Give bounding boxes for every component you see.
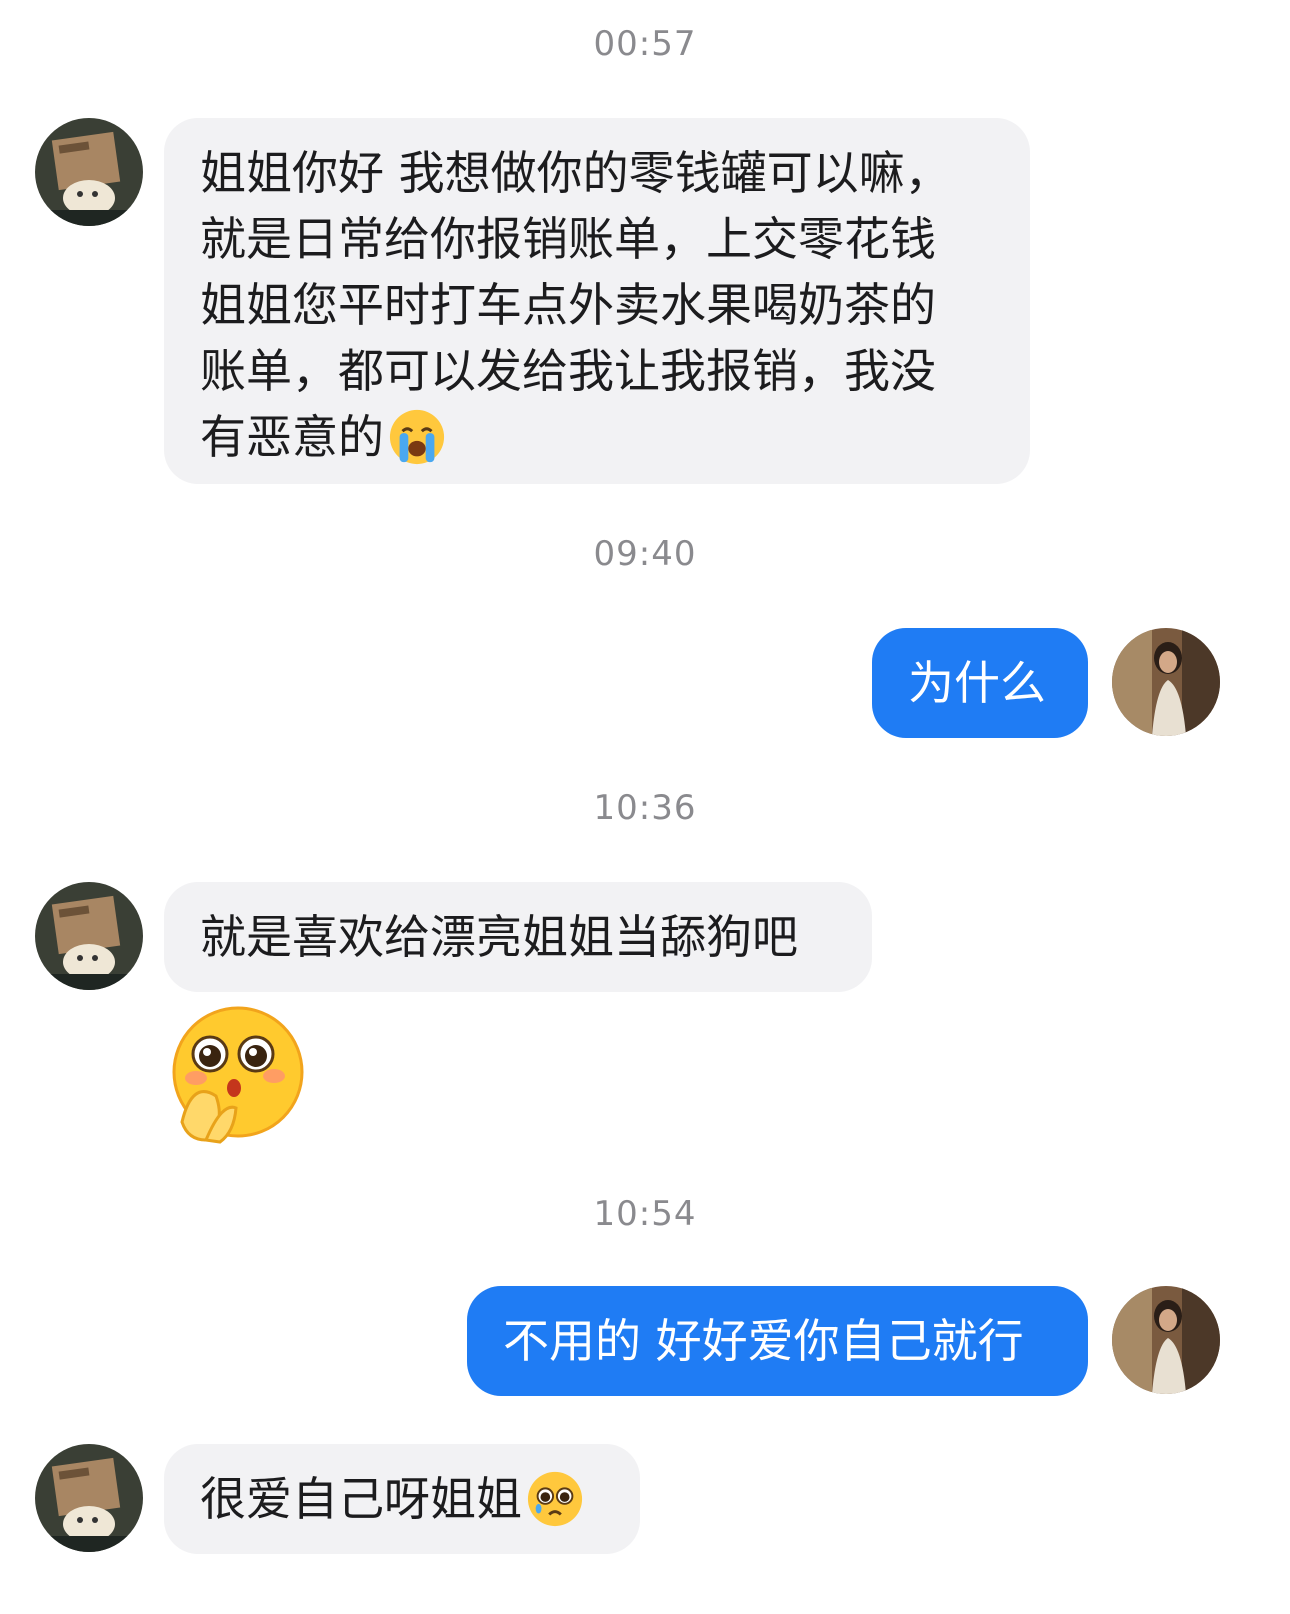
message-line: 账单，都可以发给我让我报销，我没 xyxy=(200,344,936,398)
message-text: 有恶意的 xyxy=(200,410,384,464)
message-text: 很爱自己呀姐姐 xyxy=(200,1472,522,1526)
contact-avatar[interactable] xyxy=(35,882,143,990)
message-text: 就是喜欢给漂亮姐姐当舔狗吧 xyxy=(200,910,798,964)
message-line: 就是日常给你报销账单，上交零花钱 xyxy=(200,212,936,266)
pleading-hands-sticker-icon xyxy=(172,1006,304,1144)
pleading-hands-sticker[interactable] xyxy=(164,1004,306,1146)
box-head-plush-avatar-icon xyxy=(35,118,143,226)
message-line: 姐姐您平时打车点外卖水果喝奶茶的 xyxy=(200,278,936,332)
contact-avatar[interactable] xyxy=(35,1444,143,1552)
message-line: 姐姐你好 我想做你的零钱罐可以嘛， xyxy=(200,146,951,200)
box-head-plush-avatar-icon xyxy=(35,882,143,990)
message-line: 有恶意的 xyxy=(200,404,994,470)
contact-avatar[interactable] xyxy=(35,118,143,226)
timestamp: 00:57 xyxy=(593,24,697,64)
timestamp: 09:40 xyxy=(593,534,697,574)
loudly-crying-face-icon xyxy=(388,408,446,466)
incoming-message-bubble[interactable]: 就是喜欢给漂亮姐姐当舔狗吧 xyxy=(164,882,872,992)
pleading-tearful-face-icon xyxy=(526,1470,584,1528)
message-line: 很爱自己呀姐姐 xyxy=(200,1466,604,1532)
my-avatar[interactable] xyxy=(1112,1286,1220,1394)
incoming-message-bubble[interactable]: 姐姐你好 我想做你的零钱罐可以嘛， 就是日常给你报销账单，上交零花钱 姐姐您平时… xyxy=(164,118,1030,484)
message-text: 为什么 xyxy=(908,656,1046,710)
timestamp: 10:54 xyxy=(593,1194,697,1234)
timestamp: 10:36 xyxy=(593,788,697,828)
box-head-plush-avatar-icon xyxy=(35,1444,143,1552)
outgoing-message-bubble[interactable]: 不用的 好好爱你自己就行 xyxy=(467,1286,1088,1396)
message-text: 不用的 好好爱你自己就行 xyxy=(503,1314,1024,1368)
outgoing-message-bubble[interactable]: 为什么 xyxy=(872,628,1088,738)
incoming-message-bubble[interactable]: 很爱自己呀姐姐 xyxy=(164,1444,640,1554)
woman-portrait-avatar-icon xyxy=(1112,1286,1220,1394)
my-avatar[interactable] xyxy=(1112,628,1220,736)
woman-portrait-avatar-icon xyxy=(1112,628,1220,736)
